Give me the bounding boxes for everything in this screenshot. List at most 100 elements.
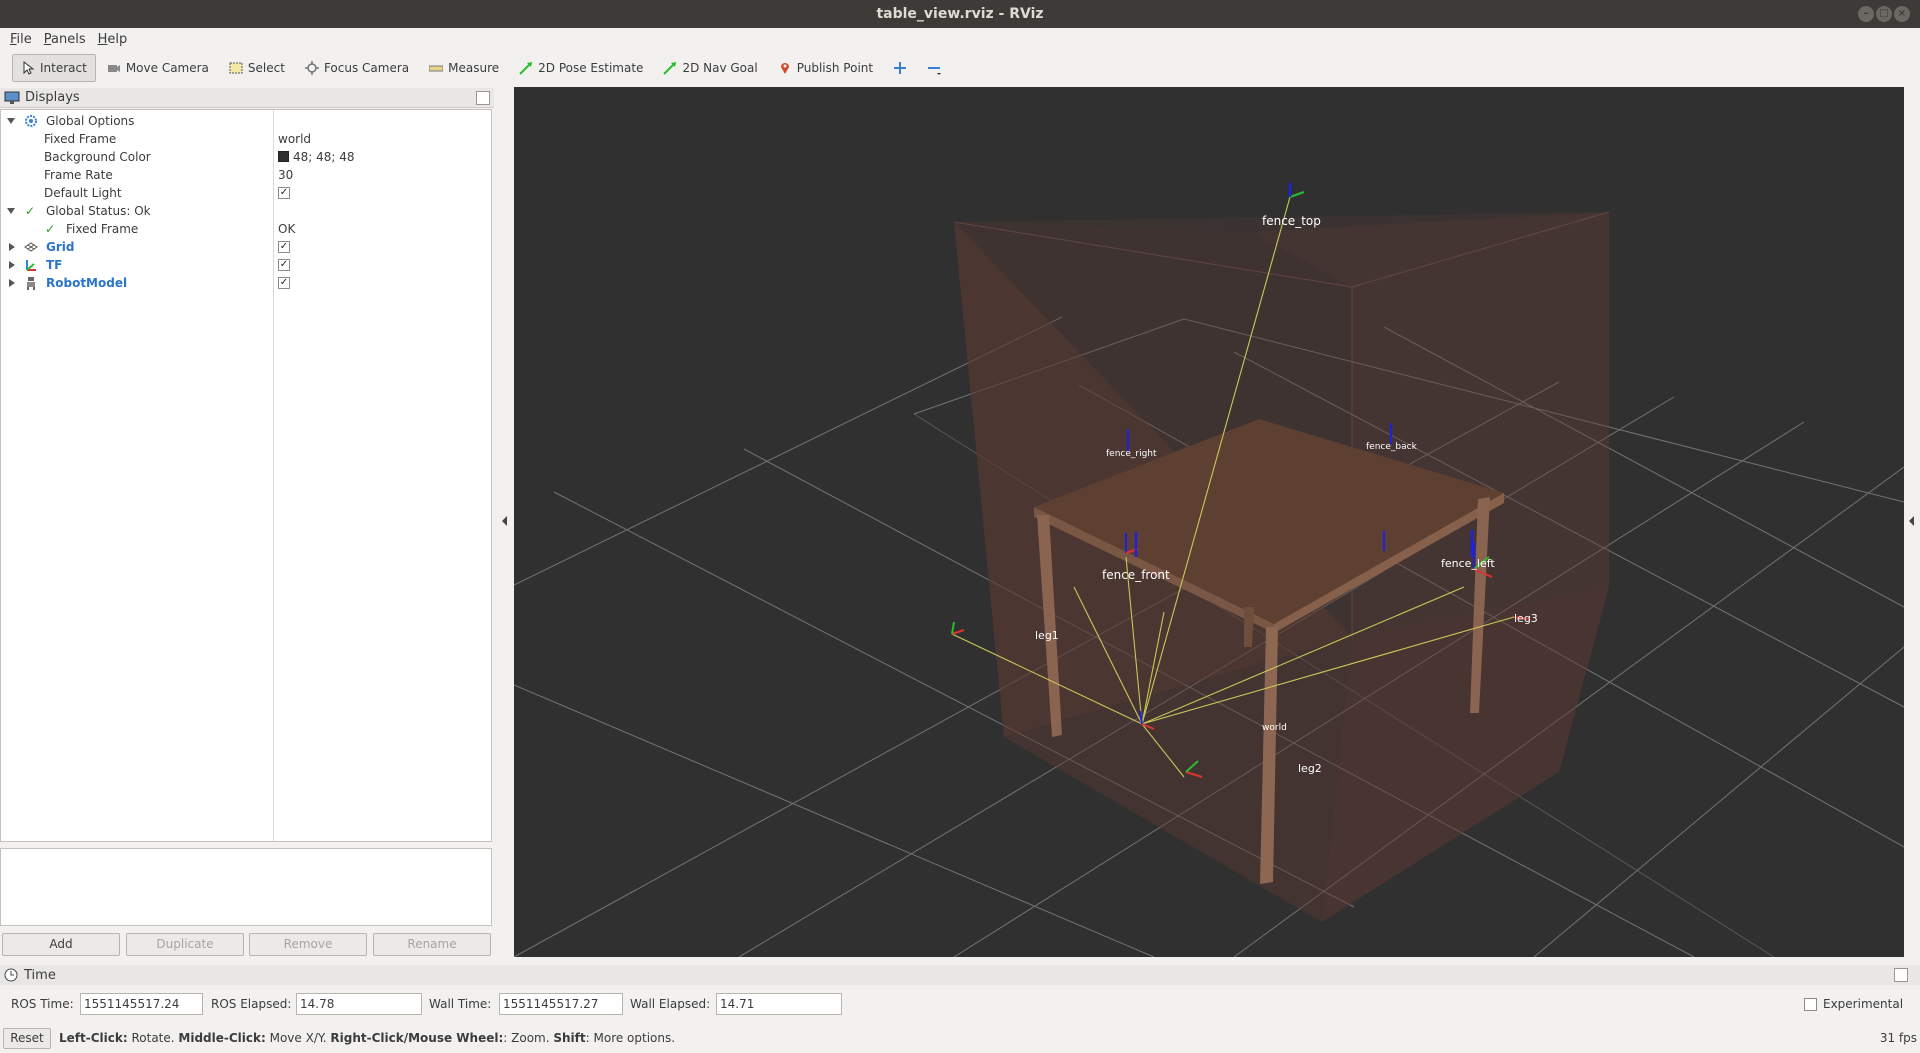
minimize-button[interactable]: – — [1858, 6, 1874, 22]
plus-icon — [894, 61, 907, 74]
interact-tool-button[interactable]: Interact — [12, 53, 96, 82]
focus-camera-label: Focus Camera — [323, 60, 410, 75]
nav-goal-tool-button[interactable]: 2D Nav Goal — [654, 54, 766, 82]
collapse-arrow-icon[interactable] — [9, 243, 15, 251]
background-color-value[interactable]: 48; 48; 48 — [278, 148, 355, 166]
rename-display-button: Rename — [373, 933, 491, 956]
expand-arrow-icon[interactable] — [7, 118, 15, 124]
remove-tool-button[interactable] — [918, 54, 950, 82]
status-bar: Reset Left-Click: Rotate. Middle-Click: … — [0, 1028, 1920, 1050]
map-pin-icon — [780, 62, 789, 74]
menu-panels[interactable]: Panels — [38, 32, 92, 47]
tree-row-fixed-frame[interactable]: Fixed Frame world — [1, 130, 491, 148]
tree-row-default-light[interactable]: Default Light ✓ — [1, 184, 491, 202]
tree-row-grid[interactable]: Grid ✓ — [1, 238, 491, 256]
scene-canvas[interactable]: fence_top fence_right fence_back fence_f… — [514, 87, 1904, 957]
frame-label-fence-back: fence_back — [1366, 442, 1418, 452]
time-panel-title: Time — [24, 967, 56, 983]
fps-counter: 31 fps — [1879, 1031, 1917, 1045]
frame-label-fence-front: fence_front — [1102, 568, 1170, 582]
experimental-checkbox[interactable] — [1804, 998, 1817, 1011]
move-camera-tool-button[interactable]: Move Camera — [98, 54, 218, 82]
collapse-arrow-icon[interactable] — [9, 261, 15, 269]
color-swatch — [278, 151, 289, 162]
status-fixed-frame-label: Fixed Frame — [66, 222, 139, 236]
ros-elapsed-field[interactable]: 14.78 — [296, 993, 422, 1015]
cursor-icon — [23, 60, 35, 75]
menu-bar: File Panels Help — [0, 28, 1920, 50]
displays-tree[interactable]: Global Options Fixed Frame world Backgro… — [0, 109, 492, 842]
remove-display-button: Remove — [249, 933, 367, 956]
ruler-icon — [429, 65, 444, 71]
render-viewport[interactable]: fence_top fence_right fence_back fence_f… — [514, 87, 1904, 957]
wall-time-label: Wall Time: — [429, 997, 492, 1011]
add-display-button[interactable]: Add — [2, 933, 120, 956]
display-description-box — [0, 848, 492, 926]
collapse-left-panel-handle[interactable] — [502, 516, 507, 526]
tree-row-status-fixed-frame[interactable]: ✓ Fixed Frame OK — [1, 220, 491, 238]
tree-row-global-options[interactable]: Global Options — [1, 112, 491, 130]
frame-label-world: world — [1262, 723, 1287, 733]
grid-display-label: Grid — [46, 240, 75, 254]
tf-axes-icon — [26, 260, 36, 271]
background-color-text: 48; 48; 48 — [293, 150, 355, 164]
frame-rate-label: Frame Rate — [44, 168, 113, 182]
select-icon — [229, 62, 243, 73]
tree-row-tf[interactable]: TF ✓ — [1, 256, 491, 274]
nav-goal-label: 2D Nav Goal — [682, 60, 758, 75]
tree-row-global-status[interactable]: ✓ Global Status: Ok — [1, 202, 491, 220]
background-color-label: Background Color — [44, 150, 151, 164]
global-options-label: Global Options — [46, 114, 135, 128]
menu-help[interactable]: Help — [92, 32, 134, 47]
check-icon: ✓ — [25, 204, 36, 218]
focus-camera-tool-button[interactable]: Focus Camera — [296, 54, 418, 82]
collapse-arrow-icon[interactable] — [9, 279, 15, 287]
pose-estimate-tool-button[interactable]: 2D Pose Estimate — [510, 54, 652, 82]
select-tool-button[interactable]: Select — [220, 54, 294, 82]
fixed-frame-label: Fixed Frame — [44, 132, 117, 146]
tree-row-frame-rate[interactable]: Frame Rate 30 — [1, 166, 491, 184]
robot-model-enabled-checkbox[interactable]: ✓ — [278, 277, 290, 289]
time-panel-float-button[interactable] — [1894, 968, 1908, 982]
tf-enabled-checkbox[interactable]: ✓ — [278, 259, 290, 271]
gear-icon — [25, 115, 37, 127]
default-light-checkbox[interactable]: ✓ — [278, 187, 290, 199]
frame-label-fence-right: fence_right — [1106, 449, 1157, 459]
frame-rate-value[interactable]: 30 — [278, 166, 293, 184]
experimental-label: Experimental — [1823, 997, 1904, 1011]
wall-time-field[interactable]: 1551145517.27 — [499, 993, 623, 1015]
ros-time-field[interactable]: 1551145517.24 — [80, 993, 203, 1015]
grid-enabled-checkbox[interactable]: ✓ — [278, 241, 290, 253]
window-title: table_view.rviz - RViz — [876, 6, 1044, 22]
tree-row-background-color[interactable]: Background Color 48; 48; 48 — [1, 148, 491, 166]
add-tool-button[interactable] — [884, 54, 916, 82]
expand-arrow-icon[interactable] — [7, 208, 15, 214]
ros-elapsed-label: ROS Elapsed: — [211, 997, 292, 1011]
check-icon: ✓ — [45, 222, 56, 236]
clock-icon — [4, 968, 18, 982]
wall-elapsed-field[interactable]: 14.71 — [716, 993, 842, 1015]
green-arrow-icon — [663, 61, 677, 75]
pose-estimate-label: 2D Pose Estimate — [538, 60, 644, 75]
displays-title: Displays — [25, 90, 80, 105]
global-status-label: Global Status: Ok — [46, 204, 151, 218]
maximize-button[interactable]: □ — [1876, 6, 1892, 22]
frame-label-leg2: leg2 — [1298, 762, 1322, 775]
measure-tool-button[interactable]: Measure — [420, 54, 508, 82]
tool-bar: Interact Move Camera Select Focus Camera… — [0, 50, 1920, 85]
tree-row-robot-model[interactable]: RobotModel ✓ — [1, 274, 491, 292]
window-titlebar: table_view.rviz - RViz – □ × — [0, 0, 1920, 28]
time-panel-header: Time — [0, 965, 1920, 985]
measure-label: Measure — [448, 60, 500, 75]
close-button[interactable]: × — [1894, 6, 1910, 22]
menu-file[interactable]: File — [4, 32, 38, 47]
collapse-right-panel-handle[interactable] — [1909, 516, 1914, 526]
status-fixed-frame-value: OK — [278, 222, 296, 236]
fixed-frame-value[interactable]: world — [278, 130, 311, 148]
panel-float-button[interactable] — [476, 91, 490, 105]
reset-button[interactable]: Reset — [3, 1028, 51, 1049]
publish-point-tool-button[interactable]: Publish Point — [769, 54, 882, 82]
frame-label-fence-left: fence_left — [1441, 557, 1495, 570]
ros-time-label: ROS Time: — [11, 997, 74, 1011]
minus-icon — [928, 66, 942, 75]
